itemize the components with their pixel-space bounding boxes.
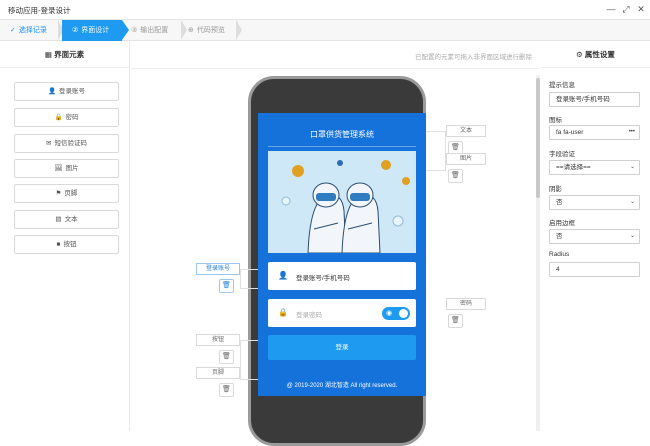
delete-account-icon[interactable]: 🗑 <box>219 279 234 293</box>
element-login-account[interactable]: 👤 登录账号 <box>14 82 119 101</box>
step-label: 界面设计 <box>81 27 110 34</box>
element-label: 图片 <box>65 165 79 172</box>
step-number: ② <box>72 27 79 34</box>
prop-label-radius: Radius <box>549 251 570 258</box>
connector-line <box>240 340 258 380</box>
chevron-down-icon: ⌄ <box>629 199 635 205</box>
user-icon: 👤 <box>47 88 57 95</box>
app-title[interactable]: 口罩供货管理系统 <box>258 129 426 140</box>
tag-password[interactable]: 密码 <box>446 298 486 310</box>
shadow-select[interactable]: 否 ⌄ <box>549 195 640 210</box>
delete-image-icon[interactable]: 🗑 <box>448 169 463 183</box>
delete-button-icon[interactable]: 🗑 <box>219 350 234 364</box>
title-divider <box>268 146 416 147</box>
wizard-steps: ✓ 选择记录 ② 界面设计 ③ 输出配置 ⊕ 代码预览 <box>0 20 650 41</box>
shadow-value: 否 <box>556 199 563 206</box>
prop-label-icon: 图标 <box>549 117 562 124</box>
delete-password-icon[interactable]: 🗑 <box>448 314 463 328</box>
connector-line <box>426 131 446 171</box>
hint-input[interactable]: 登录账号/手机号码 <box>549 92 640 107</box>
chevron-down-icon: ⌄ <box>629 233 635 239</box>
window-title: 移动应用-登录设计 <box>8 6 71 15</box>
icon-value: fa fa-user <box>556 129 584 136</box>
tag-login-account[interactable]: 登录账号 <box>196 263 240 275</box>
password-input[interactable]: 🔒 登录密码 ◉ <box>268 299 416 327</box>
step-select-record[interactable]: ✓ 选择记录 <box>10 20 62 41</box>
password-placeholder: 登录密码 <box>296 312 322 319</box>
element-button[interactable]: ■ 按钮 <box>14 235 119 254</box>
icon-input[interactable]: fa fa-user ••• <box>549 125 640 140</box>
element-label: 文本 <box>64 216 78 223</box>
connector-line <box>240 269 258 289</box>
account-input[interactable]: 👤 登录账号/手机号码 <box>268 262 416 290</box>
text-icon: ▤ <box>55 216 62 223</box>
validation-value: ==请选择== <box>556 164 591 171</box>
toggle-knob <box>399 309 408 318</box>
chevron-down-icon: ⌄ <box>629 164 635 170</box>
scrollbar-thumb[interactable] <box>536 78 540 198</box>
prop-label-validation: 字段验证 <box>549 151 575 158</box>
canvas-hint: 已配置的元素可拖入非界面区域进行删除 <box>415 54 532 61</box>
step-ui-design[interactable]: ② 界面设计 <box>62 20 122 41</box>
element-label: 按钮 <box>63 241 77 248</box>
step-number: ⊕ <box>188 27 194 34</box>
check-icon: ✓ <box>10 27 16 34</box>
close-icon[interactable]: ✕ <box>636 4 646 15</box>
user-icon: 👤 <box>278 271 288 280</box>
element-label: 页脚 <box>64 190 78 197</box>
window-titlebar: 移动应用-登录设计 — ⤢ ✕ <box>0 0 650 20</box>
validation-select[interactable]: ==请选择== ⌄ <box>549 160 640 175</box>
login-button[interactable]: 登录 <box>268 335 416 360</box>
grid-icon: ▦ <box>44 50 55 59</box>
step-output-config[interactable]: ③ 输出配置 <box>131 20 187 41</box>
eye-icon: ◉ <box>386 310 393 317</box>
canvas-scrollbar[interactable] <box>536 75 540 431</box>
lock-icon: 🔒 <box>54 114 63 121</box>
element-image[interactable]: 🖼 图片 <box>14 159 119 178</box>
flag-icon: ⚑ <box>55 190 62 197</box>
maximize-icon[interactable]: ⤢ <box>621 4 631 15</box>
step-label: 代码预览 <box>196 27 225 34</box>
element-password[interactable]: 🔒 密码 <box>14 108 119 127</box>
step-label: 选择记录 <box>18 27 47 34</box>
medical-staff-illustration <box>268 151 416 253</box>
minimize-icon[interactable]: — <box>606 4 616 15</box>
border-value: 否 <box>556 233 563 240</box>
account-placeholder: 登录账号/手机号码 <box>296 275 350 282</box>
phone-screen: 口罩供货管理系统 👤 登录账号/手机号码 🔒 登录密码 ◉ 登录 @ 2019-… <box>258 113 426 396</box>
element-label: 登录账号 <box>59 88 86 95</box>
panel-title: 界面元素 <box>54 50 85 59</box>
step-separator <box>236 20 242 40</box>
element-footer[interactable]: ⚑ 页脚 <box>14 184 119 203</box>
envelope-icon: ✉ <box>46 140 52 147</box>
tag-image[interactable]: 图片 <box>446 153 486 165</box>
properties-fields: 提示信息 登录账号/手机号码 图标 fa fa-user ••• 字段验证 ==… <box>541 41 650 431</box>
footer-text[interactable]: @ 2019-2020 湖北智造 All right reserved. <box>258 380 426 389</box>
radius-input[interactable]: 4 <box>549 262 640 277</box>
banner-image[interactable] <box>268 151 416 253</box>
tag-text[interactable]: 文本 <box>446 125 486 137</box>
tag-footer[interactable]: 页脚 <box>196 367 240 379</box>
element-sms-code[interactable]: ✉ 短信验证码 <box>14 134 119 153</box>
step-arrow-active <box>122 20 129 40</box>
element-label: 密码 <box>65 114 79 121</box>
step-label: 输出配置 <box>140 27 169 34</box>
lock-icon: 🔒 <box>278 308 288 317</box>
password-visibility-toggle[interactable]: ◉ <box>382 307 410 320</box>
canvas-divider <box>131 68 540 69</box>
prop-label-hint: 提示信息 <box>549 82 575 89</box>
prop-label-shadow: 阴影 <box>549 186 562 193</box>
step-number: ③ <box>131 27 138 34</box>
image-icon: 🖼 <box>54 165 63 172</box>
more-icon[interactable]: ••• <box>629 126 635 139</box>
tag-button[interactable]: 按钮 <box>196 334 240 346</box>
square-icon: ■ <box>56 241 61 248</box>
element-label: 短信验证码 <box>54 140 87 147</box>
delete-footer-icon[interactable]: 🗑 <box>219 383 234 397</box>
panel-header: ▦ 界面元素 <box>0 41 129 68</box>
border-select[interactable]: 否 ⌄ <box>549 229 640 244</box>
prop-label-border: 启用边框 <box>549 220 575 227</box>
step-separator <box>181 20 187 40</box>
element-text[interactable]: ▤ 文本 <box>14 210 119 229</box>
